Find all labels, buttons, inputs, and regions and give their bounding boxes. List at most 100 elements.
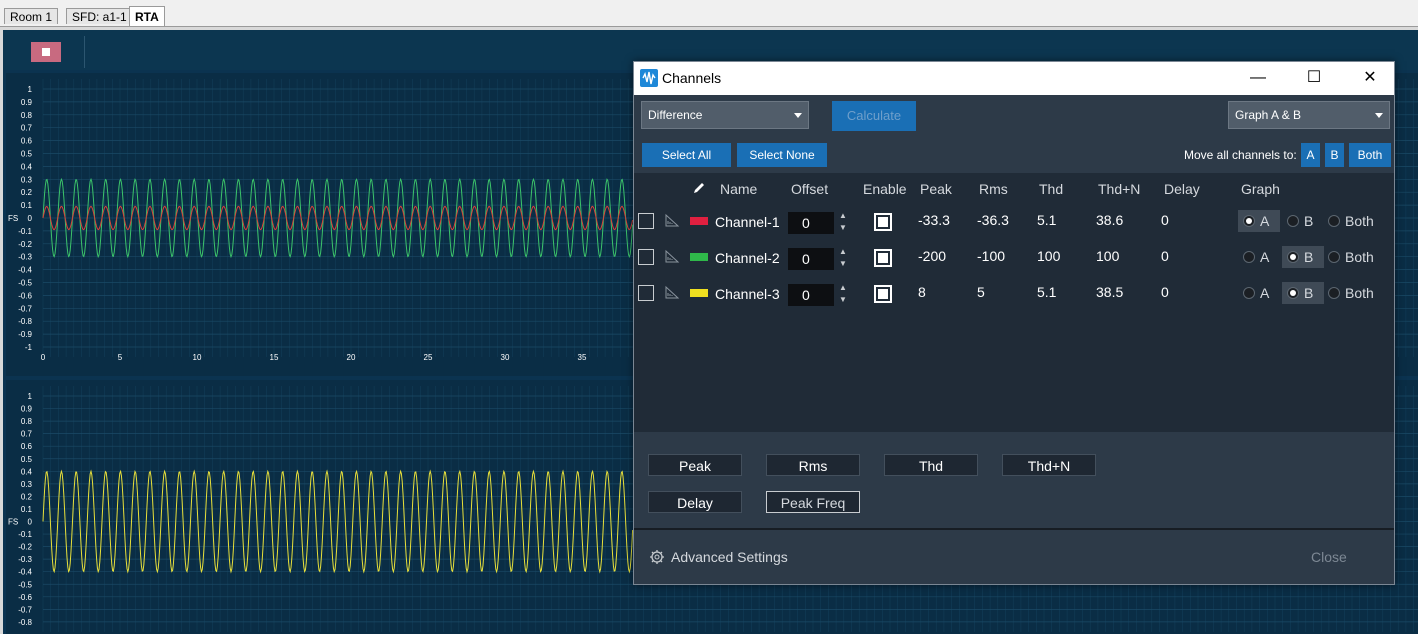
offset-input[interactable]: 0	[788, 248, 834, 270]
graph-b-radio[interactable]	[1287, 287, 1299, 299]
graph-both-label: Both	[1345, 285, 1374, 301]
spin-up-icon[interactable]: ▲	[839, 212, 847, 220]
close-window-button[interactable]: ✕	[1360, 68, 1380, 88]
stop-button[interactable]	[31, 42, 61, 62]
spin-down-icon[interactable]: ▼	[839, 224, 847, 232]
thd-stat-button[interactable]: Thd	[884, 454, 978, 476]
x-tick-label: 0	[41, 353, 46, 362]
close-button[interactable]: Close	[1311, 549, 1347, 565]
ruler-icon[interactable]	[664, 284, 680, 305]
peak-stat-button[interactable]: Peak	[648, 454, 742, 476]
graph-both-label: Both	[1345, 249, 1374, 265]
thd-value: 100	[1037, 248, 1061, 264]
rms-value: 5	[977, 284, 985, 300]
y-tick-label: 0.6	[21, 442, 33, 451]
x-tick-label: 35	[578, 353, 587, 362]
y-tick-label: 1	[28, 85, 33, 94]
peak-value: -33.3	[918, 212, 950, 228]
peak-value: -200	[918, 248, 947, 264]
calculate-button[interactable]: Calculate	[832, 101, 916, 131]
y-tick-label: -0.2	[18, 543, 32, 552]
y-tick-label: 0.3	[21, 480, 33, 489]
graph-dropdown[interactable]: Graph A & B	[1228, 101, 1390, 129]
waveform-app-icon	[640, 69, 658, 87]
enable-checkbox[interactable]	[874, 213, 892, 231]
tab-rta[interactable]: RTA	[129, 6, 165, 26]
ruler-icon[interactable]	[664, 248, 680, 269]
row-select-checkbox[interactable]	[638, 249, 654, 265]
y-tick-label: 0.2	[21, 492, 33, 501]
stop-icon	[42, 48, 50, 56]
chevron-down-icon	[1375, 113, 1383, 118]
offset-input[interactable]: 0	[788, 212, 834, 234]
y-tick-label: -0.6	[18, 593, 32, 602]
graph-both-radio[interactable]	[1328, 215, 1340, 227]
y-tick-label: 0.7	[21, 124, 33, 133]
channel-color-swatch	[690, 253, 708, 261]
offset-input[interactable]: 0	[788, 284, 834, 306]
dialog-title-bar[interactable]: Channels — ☐ ✕	[634, 62, 1394, 95]
dialog-footer: Advanced Settings Close	[634, 530, 1394, 584]
graph-both-radio[interactable]	[1328, 287, 1340, 299]
spin-down-icon[interactable]: ▼	[839, 260, 847, 268]
check-mark	[878, 217, 888, 227]
graph-both-label: Both	[1345, 213, 1374, 229]
y-tick-label: -0.2	[18, 240, 32, 249]
x-tick-label: 5	[118, 353, 123, 362]
graph-both-radio[interactable]	[1328, 251, 1340, 263]
y-tick-label: 0.9	[21, 98, 33, 107]
channel-color-swatch	[690, 217, 708, 225]
thdn-stat-button[interactable]: Thd+N	[1002, 454, 1096, 476]
header-thdn: Thd+N	[1098, 181, 1141, 197]
table-row: Channel-1 0 ▲ ▼ -33.3 -36.3 5.1 38.6 0 A…	[634, 204, 1394, 238]
peak-freq-stat-button[interactable]: Peak Freq	[766, 491, 860, 513]
document-tab-strip: Room 1 SFD: a1-1 RTA	[0, 0, 1418, 27]
channels-table: Name Offset Enable Peak Rms Thd Thd+N De…	[634, 173, 1394, 432]
minimize-button[interactable]: —	[1248, 68, 1268, 88]
spin-up-icon[interactable]: ▲	[839, 248, 847, 256]
graph-b-label: B	[1304, 285, 1314, 301]
tab-room-1[interactable]: Room 1	[4, 8, 59, 24]
pencil-icon[interactable]	[692, 181, 706, 200]
y-tick-label: 0.8	[21, 111, 33, 120]
y-tick-label: 0.9	[21, 405, 33, 414]
graph-b-radio[interactable]	[1287, 251, 1299, 263]
delay-stat-button[interactable]: Delay	[648, 491, 742, 513]
y-tick-label: -0.4	[18, 568, 32, 577]
row-select-checkbox[interactable]	[638, 285, 654, 301]
enable-checkbox[interactable]	[874, 285, 892, 303]
move-all-b-button[interactable]: B	[1325, 143, 1344, 167]
y-tick-label: 0.1	[21, 505, 33, 514]
graph-a-radio[interactable]	[1243, 215, 1255, 227]
thdn-value: 38.5	[1096, 284, 1124, 300]
select-all-button[interactable]: Select All	[642, 143, 731, 167]
enable-checkbox[interactable]	[874, 249, 892, 267]
graph-a-label: A	[1260, 285, 1270, 301]
maximize-button[interactable]: ☐	[1304, 68, 1324, 88]
spin-up-icon[interactable]: ▲	[839, 284, 847, 292]
row-select-checkbox[interactable]	[638, 213, 654, 229]
delay-value: 0	[1161, 212, 1169, 228]
spin-down-icon[interactable]: ▼	[839, 296, 847, 304]
gear-icon[interactable]	[649, 549, 665, 570]
select-none-button[interactable]: Select None	[737, 143, 827, 167]
ruler-icon[interactable]	[664, 212, 680, 233]
thdn-value: 100	[1096, 248, 1120, 264]
mode-dropdown-value: Difference	[648, 108, 703, 122]
mode-dropdown[interactable]: Difference	[641, 101, 809, 129]
graph-a-radio[interactable]	[1243, 287, 1255, 299]
rms-stat-button[interactable]: Rms	[766, 454, 860, 476]
y-tick-label: 0.1	[21, 201, 33, 210]
tab-sfd-a1-1[interactable]: SFD: a1-1	[66, 8, 133, 24]
graph-b-radio[interactable]	[1287, 215, 1299, 227]
header-enable: Enable	[863, 181, 907, 197]
check-mark	[878, 253, 888, 263]
move-all-a-button[interactable]: A	[1301, 143, 1320, 167]
advanced-settings-link[interactable]: Advanced Settings	[671, 549, 788, 565]
graph-a-radio[interactable]	[1243, 251, 1255, 263]
move-all-both-button[interactable]: Both	[1349, 143, 1391, 167]
y-tick-label: -0.5	[18, 279, 32, 288]
y-tick-label: -0.7	[18, 605, 32, 614]
graph-a-label: A	[1260, 213, 1270, 229]
header-rms: Rms	[979, 181, 1008, 197]
